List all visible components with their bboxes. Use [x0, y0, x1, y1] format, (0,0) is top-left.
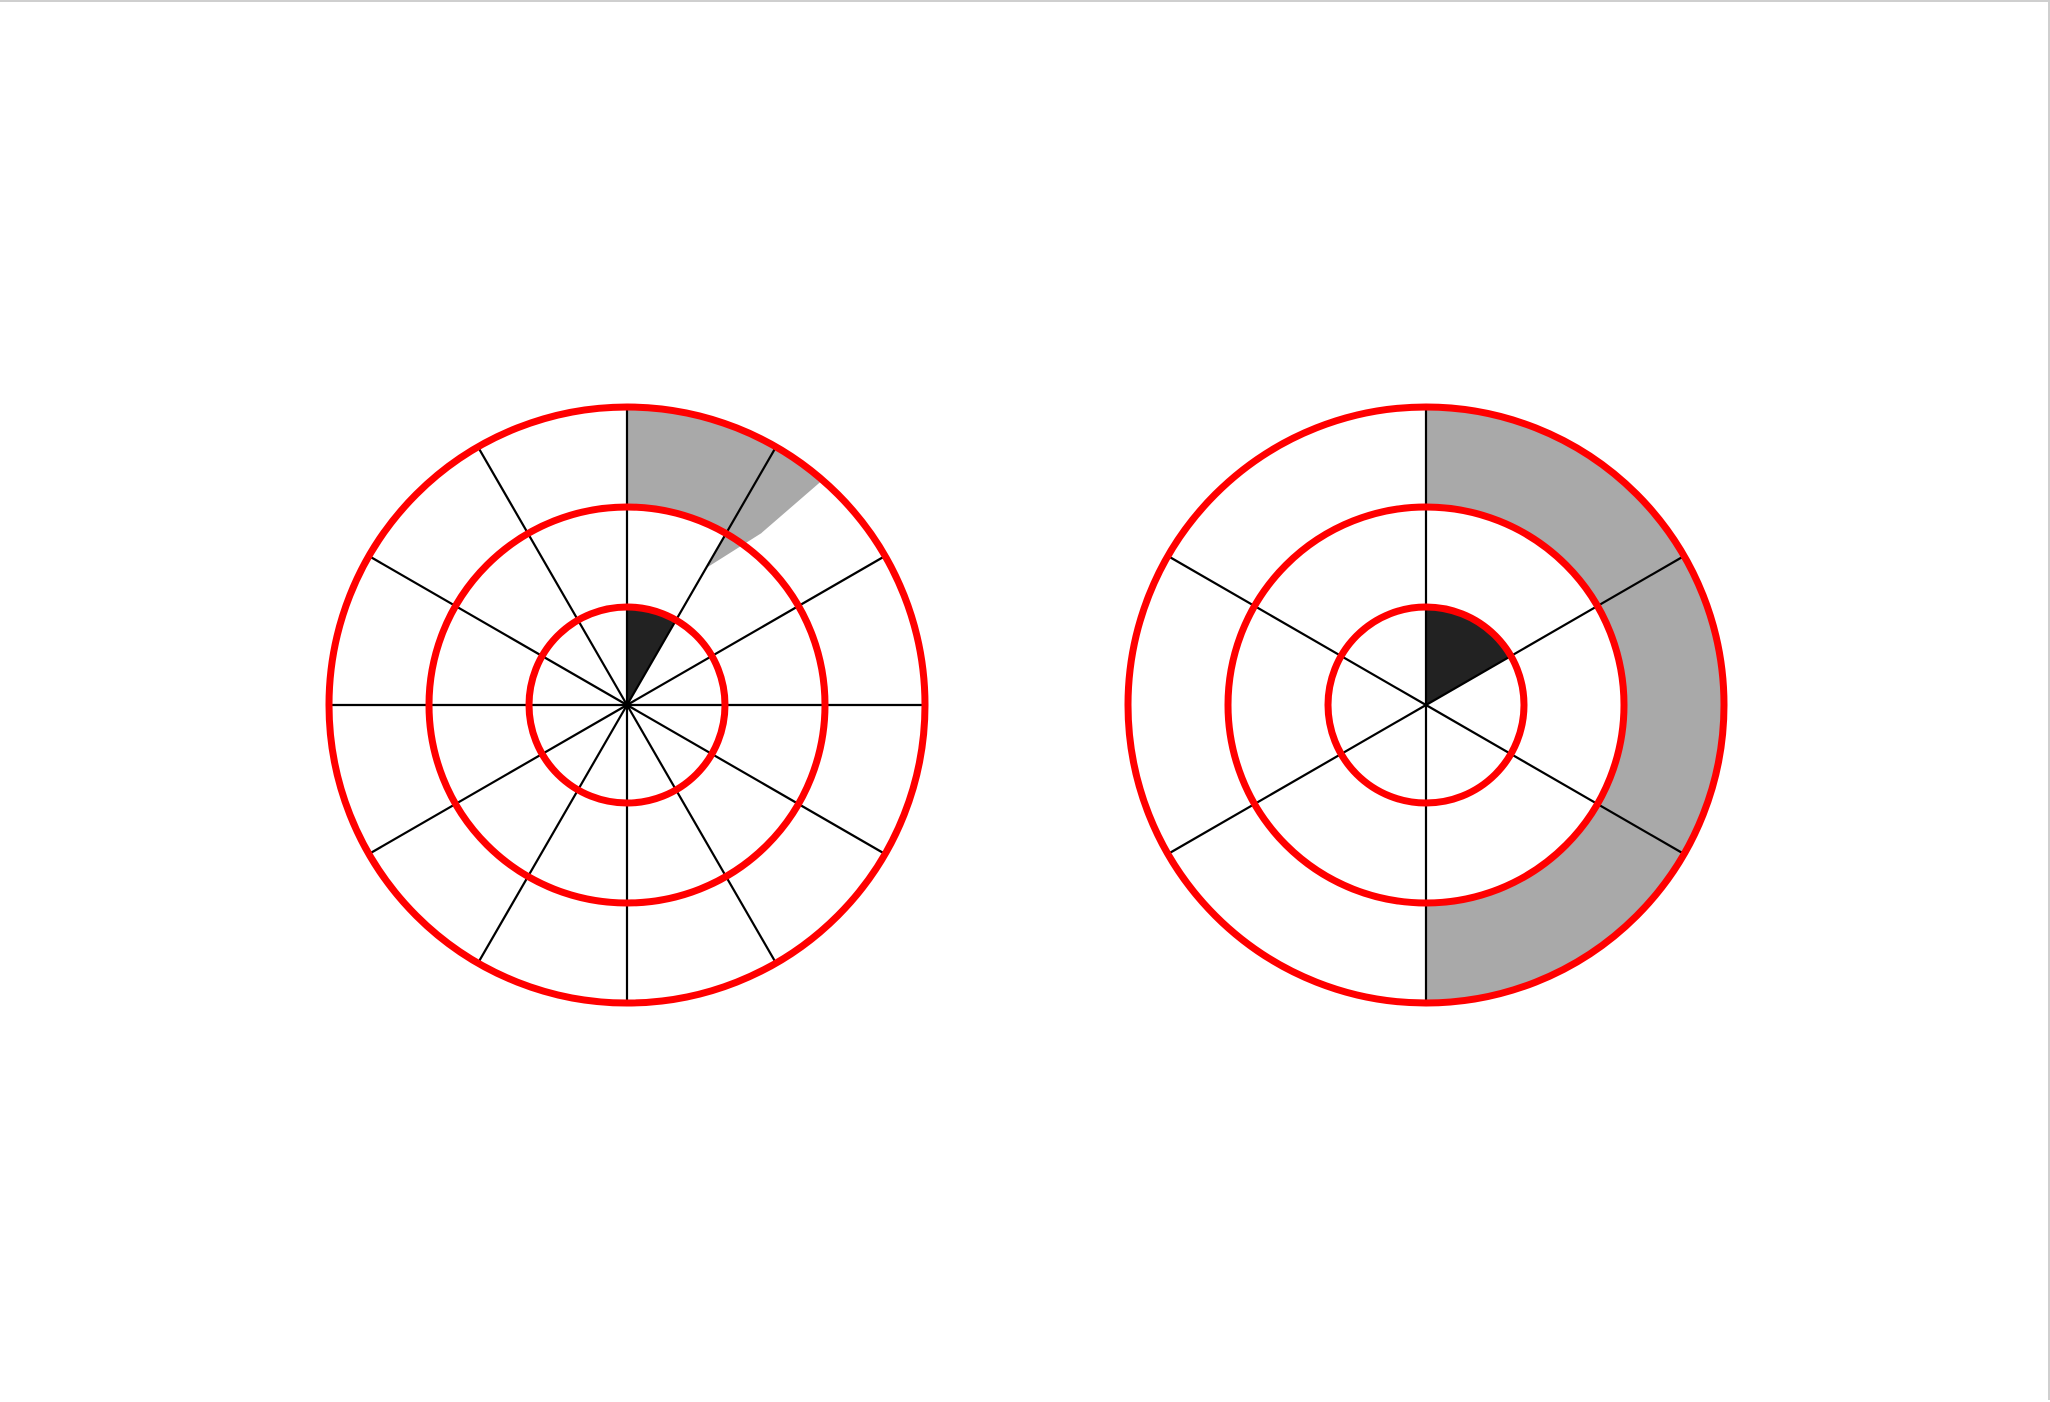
highlight-sector-right-2 — [1426, 607, 1511, 705]
diagram-canvas — [0, 0, 2050, 1400]
polar-grid-right — [1124, 403, 1728, 1007]
spoke-left-11 — [368, 555, 628, 706]
polar-grid-left — [325, 403, 929, 1007]
polar-grid-diagrams — [325, 403, 1728, 1007]
highlight-sector-right-1 — [1426, 407, 1724, 1003]
spoke-right-5 — [1167, 704, 1427, 855]
spoke-left-12 — [477, 446, 628, 706]
spoke-left-8 — [477, 704, 628, 964]
spoke-left-5 — [626, 704, 886, 855]
spoke-left-9 — [368, 704, 628, 855]
spoke-left-6 — [626, 704, 777, 964]
spoke-right-6 — [1167, 555, 1427, 706]
